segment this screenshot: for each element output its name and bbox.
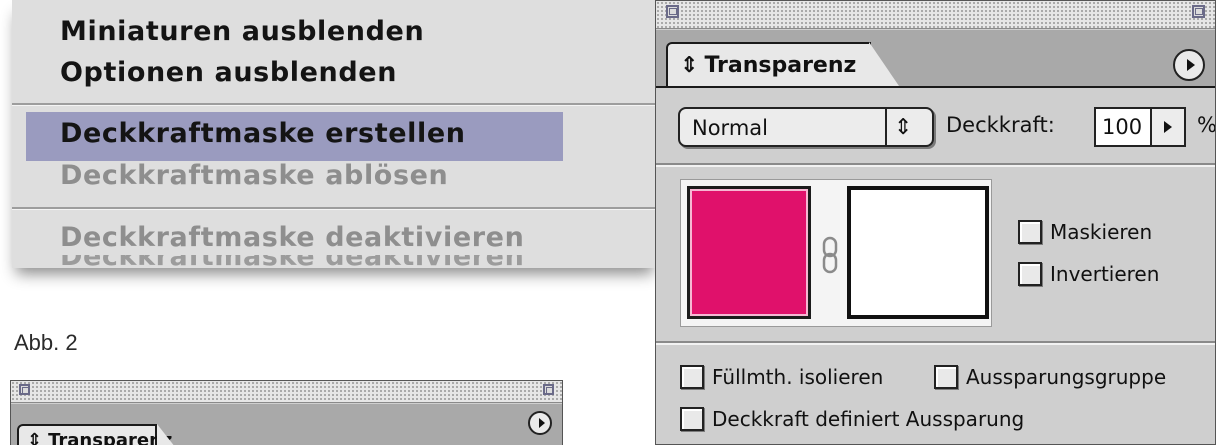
menu-separator: [12, 103, 657, 106]
up-down-arrows-icon: ⇕: [680, 53, 699, 78]
palette-titlebar[interactable]: [656, 1, 1215, 29]
opacity-knockout-label: Deckkraft definiert Aussparung: [712, 407, 1025, 431]
collapse-box-icon[interactable]: [1192, 5, 1205, 18]
isolate-blending-row[interactable]: Füllmth. isolieren: [680, 365, 883, 389]
opacity-label: Deckkraft:: [946, 113, 1055, 137]
tab-transparency[interactable]: ⇕ Transparenz: [17, 424, 172, 445]
isolate-blending-checkbox[interactable]: [680, 365, 704, 389]
opacity-slider-arrow-icon[interactable]: [1152, 107, 1186, 147]
menu-item-cut-off: Deckkraftmaske deaktivieren: [60, 255, 657, 268]
blend-mode-value: Normal: [692, 116, 768, 140]
tab-edge: [869, 42, 899, 86]
knockout-group-label: Aussparungsgruppe: [966, 365, 1167, 389]
mask-checkbox[interactable]: [1018, 220, 1042, 244]
close-box-icon[interactable]: [666, 5, 679, 18]
up-down-arrows-icon: ⇕: [27, 430, 43, 445]
menu-item-release-opacity-mask: Deckkraftmaske ablösen: [60, 160, 449, 191]
tab-label: Transparenz: [704, 53, 857, 78]
mask-thumbnail[interactable]: [847, 186, 989, 319]
tab-edge: [157, 424, 179, 445]
palette-tab-row: ⇕ Transparenz: [656, 30, 1215, 88]
transparency-palette: ⇕ Transparenz Normal ⇕ Deckkraft: 100 % M…: [655, 0, 1216, 445]
thumbnail-area: [680, 179, 992, 327]
palette-tab-row: ⇕ Transparenz: [11, 404, 562, 445]
opacity-input[interactable]: 100: [1094, 107, 1152, 147]
palette-menu-button[interactable]: [528, 411, 552, 435]
blend-mode-select[interactable]: Normal ⇕: [678, 107, 934, 147]
invert-checkbox-row[interactable]: Invertieren: [1018, 262, 1159, 286]
menu-item-hide-options[interactable]: Optionen ausblenden: [60, 57, 397, 88]
opacity-knockout-row[interactable]: Deckkraft definiert Aussparung: [680, 407, 1024, 431]
chain-link-icon[interactable]: [821, 236, 839, 274]
knockout-group-checkbox[interactable]: [934, 365, 958, 389]
menu-item-make-opacity-mask[interactable]: Deckkraftmaske erstellen: [60, 118, 466, 149]
select-divider: [885, 109, 887, 145]
knockout-group-row[interactable]: Aussparungsgruppe: [934, 365, 1166, 389]
tab-transparency[interactable]: ⇕ Transparenz: [666, 42, 871, 86]
palette-flyout-menu: Miniaturen ausblenden Optionen ausblende…: [12, 0, 657, 268]
tab-label: Transparenz: [48, 430, 173, 445]
palette-titlebar[interactable]: [11, 381, 562, 403]
mask-checkbox-label: Maskieren: [1050, 220, 1153, 244]
close-box-icon[interactable]: [19, 384, 30, 395]
isolate-blending-label: Füllmth. isolieren: [712, 365, 884, 389]
menu-item-hide-thumbnails[interactable]: Miniaturen ausblenden: [60, 16, 424, 47]
menu-item-disable-opacity-mask: Deckkraftmaske deaktivieren: [60, 222, 525, 253]
opacity-knockout-checkbox[interactable]: [680, 407, 704, 431]
figure-caption: Abb. 2: [14, 330, 78, 355]
divider: [656, 163, 1215, 167]
collapse-box-icon[interactable]: [543, 384, 554, 395]
divider: [656, 341, 1215, 345]
invert-checkbox[interactable]: [1018, 262, 1042, 286]
invert-checkbox-label: Invertieren: [1050, 262, 1160, 286]
up-down-arrows-icon: ⇕: [894, 115, 913, 140]
object-thumbnail[interactable]: [687, 186, 811, 319]
palette-menu-button[interactable]: [1173, 49, 1205, 81]
mask-checkbox-row[interactable]: Maskieren: [1018, 220, 1152, 244]
menu-separator: [12, 207, 657, 210]
opacity-unit: %: [1197, 113, 1216, 137]
transparency-palette-collapsed: ⇕ Transparenz: [10, 380, 563, 445]
